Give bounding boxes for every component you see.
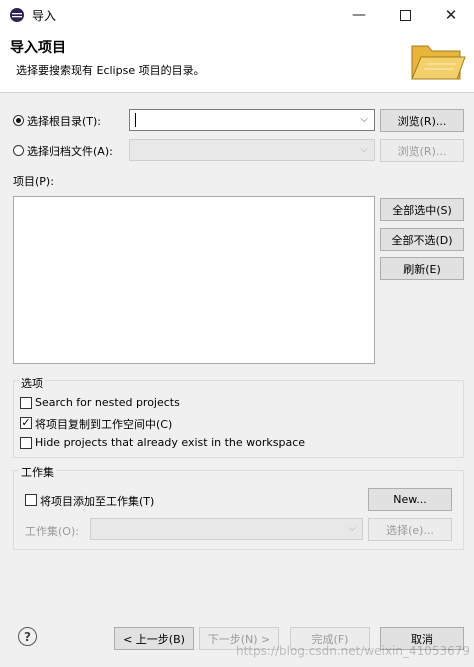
projects-label: 项目(P): <box>13 175 54 188</box>
maximize-button[interactable] <box>382 0 428 30</box>
hide-existing-label: Hide projects that already exist in the … <box>35 436 306 449</box>
folder-icon <box>408 36 468 84</box>
copy-projects-checkbox[interactable]: ✓ <box>20 417 32 429</box>
working-sets-title: 工作集 <box>19 464 56 480</box>
window-title: 导入 <box>32 9 57 23</box>
archive-radio[interactable] <box>13 145 24 156</box>
browse-archive-button[interactable]: 浏览(R)... <box>380 139 464 162</box>
projects-list[interactable] <box>13 196 375 364</box>
text-cursor <box>135 113 136 127</box>
back-button[interactable]: < 上一步(B) <box>114 627 194 650</box>
new-working-set-button[interactable]: New... <box>368 488 452 511</box>
hide-existing-checkbox[interactable] <box>20 437 32 449</box>
maximize-icon <box>399 9 411 21</box>
chevron-down-icon: ⌵ <box>348 522 356 534</box>
refresh-button[interactable]: 刷新(E) <box>380 257 464 280</box>
archive-combo[interactable]: ⌵ <box>129 139 375 161</box>
close-button[interactable]: ✕ <box>428 0 474 30</box>
chevron-down-icon: ⌵ <box>360 143 368 155</box>
add-to-working-set-label: 将项目添加至工作集(T) <box>40 495 155 508</box>
minimize-button[interactable]: — <box>336 0 382 30</box>
root-dir-combo[interactable]: ⌵ <box>129 109 375 131</box>
deselect-all-button[interactable]: 全部不选(D) <box>380 228 464 251</box>
select-all-button[interactable]: 全部选中(S) <box>380 198 464 221</box>
options-title: 选项 <box>19 375 45 391</box>
working-set-combo[interactable]: ⌵ <box>90 518 363 540</box>
root-dir-label: 选择根目录(T): <box>27 115 102 128</box>
wizard-description: 选择要搜索现有 Eclipse 项目的目录。 <box>16 64 205 77</box>
nested-projects-label: Search for nested projects <box>35 396 180 409</box>
add-to-working-set-checkbox[interactable] <box>25 494 37 506</box>
watermark: https://blog.csdn.net/weixin_41053679 <box>236 644 471 658</box>
working-set-label: 工作集(O): <box>25 525 79 538</box>
wizard-title: 导入项目 <box>10 40 66 56</box>
browse-root-button[interactable]: 浏览(R)... <box>380 109 464 132</box>
copy-projects-label: 将项目复制到工作空间中(C) <box>35 418 173 431</box>
help-icon[interactable]: ? <box>18 627 37 646</box>
chevron-down-icon: ⌵ <box>360 113 368 125</box>
root-dir-radio[interactable] <box>13 115 24 126</box>
select-working-set-button[interactable]: 选择(e)... <box>368 518 452 541</box>
eclipse-app-icon <box>9 7 25 23</box>
nested-projects-checkbox[interactable] <box>20 397 32 409</box>
archive-label: 选择归档文件(A): <box>27 145 113 158</box>
